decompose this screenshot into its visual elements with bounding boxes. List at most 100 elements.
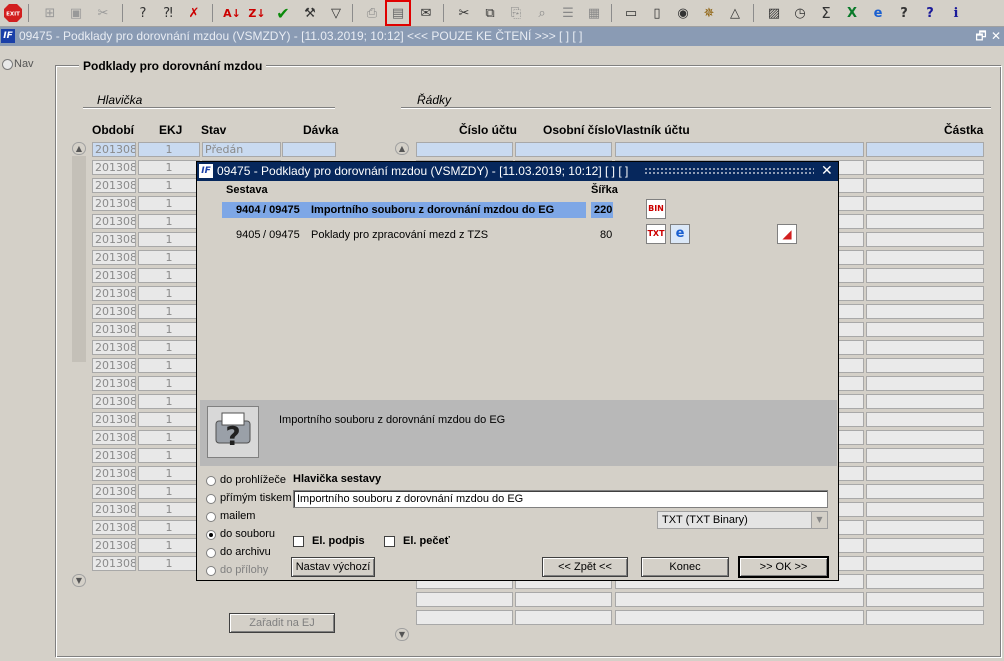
- triangle-icon[interactable]: △: [725, 3, 745, 23]
- sort-asc-icon[interactable]: A↓: [222, 3, 242, 23]
- obdobi-cell[interactable]: 201308: [92, 376, 136, 391]
- help-icon[interactable]: ?: [894, 3, 914, 23]
- obdobi-cell[interactable]: 201308: [92, 556, 136, 571]
- nav-toggle[interactable]: Nav: [0, 56, 40, 76]
- ekj-cell[interactable]: 1: [138, 520, 200, 535]
- query-icon[interactable]: ?: [133, 3, 153, 23]
- list-icon[interactable]: ☰: [558, 3, 578, 23]
- document-icon[interactable]: ▭: [621, 3, 641, 23]
- ekj-cell[interactable]: 1: [138, 160, 200, 175]
- print-icon[interactable]: ⎙: [362, 3, 382, 23]
- obdobi-cell[interactable]: 201308: [92, 286, 136, 301]
- format-select[interactable]: TXT (TXT Binary) ▼: [657, 511, 828, 529]
- ekj-cell[interactable]: 1: [138, 304, 200, 319]
- ekj-cell[interactable]: 1: [138, 484, 200, 499]
- detail-cell[interactable]: [866, 610, 984, 625]
- obdobi-cell[interactable]: 201308: [92, 412, 136, 427]
- detail-cell[interactable]: [866, 142, 984, 157]
- obdobi-cell[interactable]: 201308: [92, 160, 136, 175]
- ie-icon[interactable]: e: [868, 3, 888, 23]
- output-radio[interactable]: [206, 494, 216, 504]
- detail-cell[interactable]: [866, 502, 984, 517]
- davka-cell[interactable]: [282, 142, 336, 157]
- ekj-cell[interactable]: 1: [138, 394, 200, 409]
- paste-icon[interactable]: ⎘: [506, 3, 526, 23]
- ekj-cell[interactable]: 1: [138, 142, 200, 157]
- detail-cell[interactable]: [866, 304, 984, 319]
- sort-desc-icon[interactable]: Z↓: [247, 3, 267, 23]
- detail-cell[interactable]: [615, 142, 864, 157]
- detail-cell[interactable]: [866, 430, 984, 445]
- ekj-cell[interactable]: 1: [138, 502, 200, 517]
- output-radio[interactable]: [206, 566, 216, 576]
- left-scroll-track[interactable]: [72, 156, 86, 362]
- obdobi-cell[interactable]: 201308: [92, 178, 136, 193]
- detail-cell[interactable]: [866, 412, 984, 427]
- bin-file-icon[interactable]: BIN: [646, 199, 666, 219]
- obdobi-cell[interactable]: 201308: [92, 430, 136, 445]
- ok-button[interactable]: >> OK >>: [738, 556, 829, 578]
- txt-file-icon[interactable]: TXT: [646, 224, 666, 244]
- obdobi-cell[interactable]: 201308: [92, 466, 136, 481]
- detail-cell[interactable]: [866, 574, 984, 589]
- ekj-cell[interactable]: 1: [138, 448, 200, 463]
- obdobi-cell[interactable]: 201308: [92, 304, 136, 319]
- output-option-label[interactable]: přímým tiskem: [220, 492, 292, 504]
- lookup-icon[interactable]: ⌕: [532, 3, 552, 23]
- detail-cell[interactable]: [866, 484, 984, 499]
- obdobi-cell[interactable]: 201308: [92, 268, 136, 283]
- detail-cell[interactable]: [866, 250, 984, 265]
- detail-cell[interactable]: [866, 214, 984, 229]
- obdobi-cell[interactable]: 201308: [92, 196, 136, 211]
- output-option-label[interactable]: do prohlížeče: [220, 474, 286, 486]
- set-default-button[interactable]: Nastav výchozí: [291, 557, 375, 577]
- copy-icon[interactable]: ⧉: [480, 3, 500, 23]
- output-option-label[interactable]: do archivu: [220, 546, 271, 558]
- output-radio[interactable]: [206, 548, 216, 558]
- ekj-cell[interactable]: 1: [138, 268, 200, 283]
- chart-icon[interactable]: ▨: [764, 3, 784, 23]
- wrench-icon[interactable]: ⚒: [300, 3, 320, 23]
- obdobi-cell[interactable]: 201308: [92, 502, 136, 517]
- detail-cell[interactable]: [515, 592, 612, 607]
- output-radio[interactable]: [206, 530, 216, 540]
- save-icon[interactable]: ▣: [66, 3, 86, 23]
- dialog-close-icon[interactable]: ✕: [821, 163, 833, 179]
- wheel-icon[interactable]: ✵: [699, 3, 719, 23]
- ie-export-icon[interactable]: e: [670, 224, 690, 244]
- detail-cell[interactable]: [615, 610, 864, 625]
- ekj-cell[interactable]: 1: [138, 322, 200, 337]
- detail-cell[interactable]: [515, 142, 612, 157]
- obdobi-cell[interactable]: 201308: [92, 448, 136, 463]
- sigma-icon[interactable]: Σ: [816, 3, 836, 23]
- ekj-cell[interactable]: 1: [138, 178, 200, 193]
- ekj-cell[interactable]: 1: [138, 196, 200, 211]
- stav-cell[interactable]: Předán: [202, 142, 281, 157]
- obdobi-cell[interactable]: 201308: [92, 142, 136, 157]
- ekj-cell[interactable]: 1: [138, 556, 200, 571]
- ekj-cell[interactable]: 1: [138, 538, 200, 553]
- ekj-cell[interactable]: 1: [138, 430, 200, 445]
- detail-cell[interactable]: [416, 592, 513, 607]
- report-name[interactable]: Poklady pro zpracování mezd z TZS: [311, 227, 488, 243]
- el-seal-checkbox[interactable]: [384, 536, 395, 547]
- mail-icon[interactable]: ✉: [416, 3, 436, 23]
- ekj-cell[interactable]: 1: [138, 358, 200, 373]
- obdobi-cell[interactable]: 201308: [92, 358, 136, 373]
- obdobi-cell[interactable]: 201308: [92, 520, 136, 535]
- report-header-input[interactable]: Importního souboru z dorovnání mzdou do …: [293, 490, 828, 508]
- exit-icon[interactable]: EXIT: [3, 3, 23, 23]
- restore-window-icon[interactable]: 🗗: [974, 29, 988, 43]
- detail-cell[interactable]: [866, 358, 984, 373]
- ekj-cell[interactable]: 1: [138, 412, 200, 427]
- chevron-down-icon[interactable]: ▼: [811, 512, 827, 528]
- obdobi-cell[interactable]: 201308: [92, 322, 136, 337]
- ekj-cell[interactable]: 1: [138, 376, 200, 391]
- clock-icon[interactable]: ◷: [790, 3, 810, 23]
- print-report-icon[interactable]: ▤: [385, 0, 411, 26]
- pdf-export-icon[interactable]: ◢: [777, 224, 797, 244]
- info-icon[interactable]: i: [946, 3, 966, 23]
- obdobi-cell[interactable]: 201308: [92, 484, 136, 499]
- query-execute-icon[interactable]: ⁈: [158, 3, 178, 23]
- el-sign-checkbox[interactable]: [293, 536, 304, 547]
